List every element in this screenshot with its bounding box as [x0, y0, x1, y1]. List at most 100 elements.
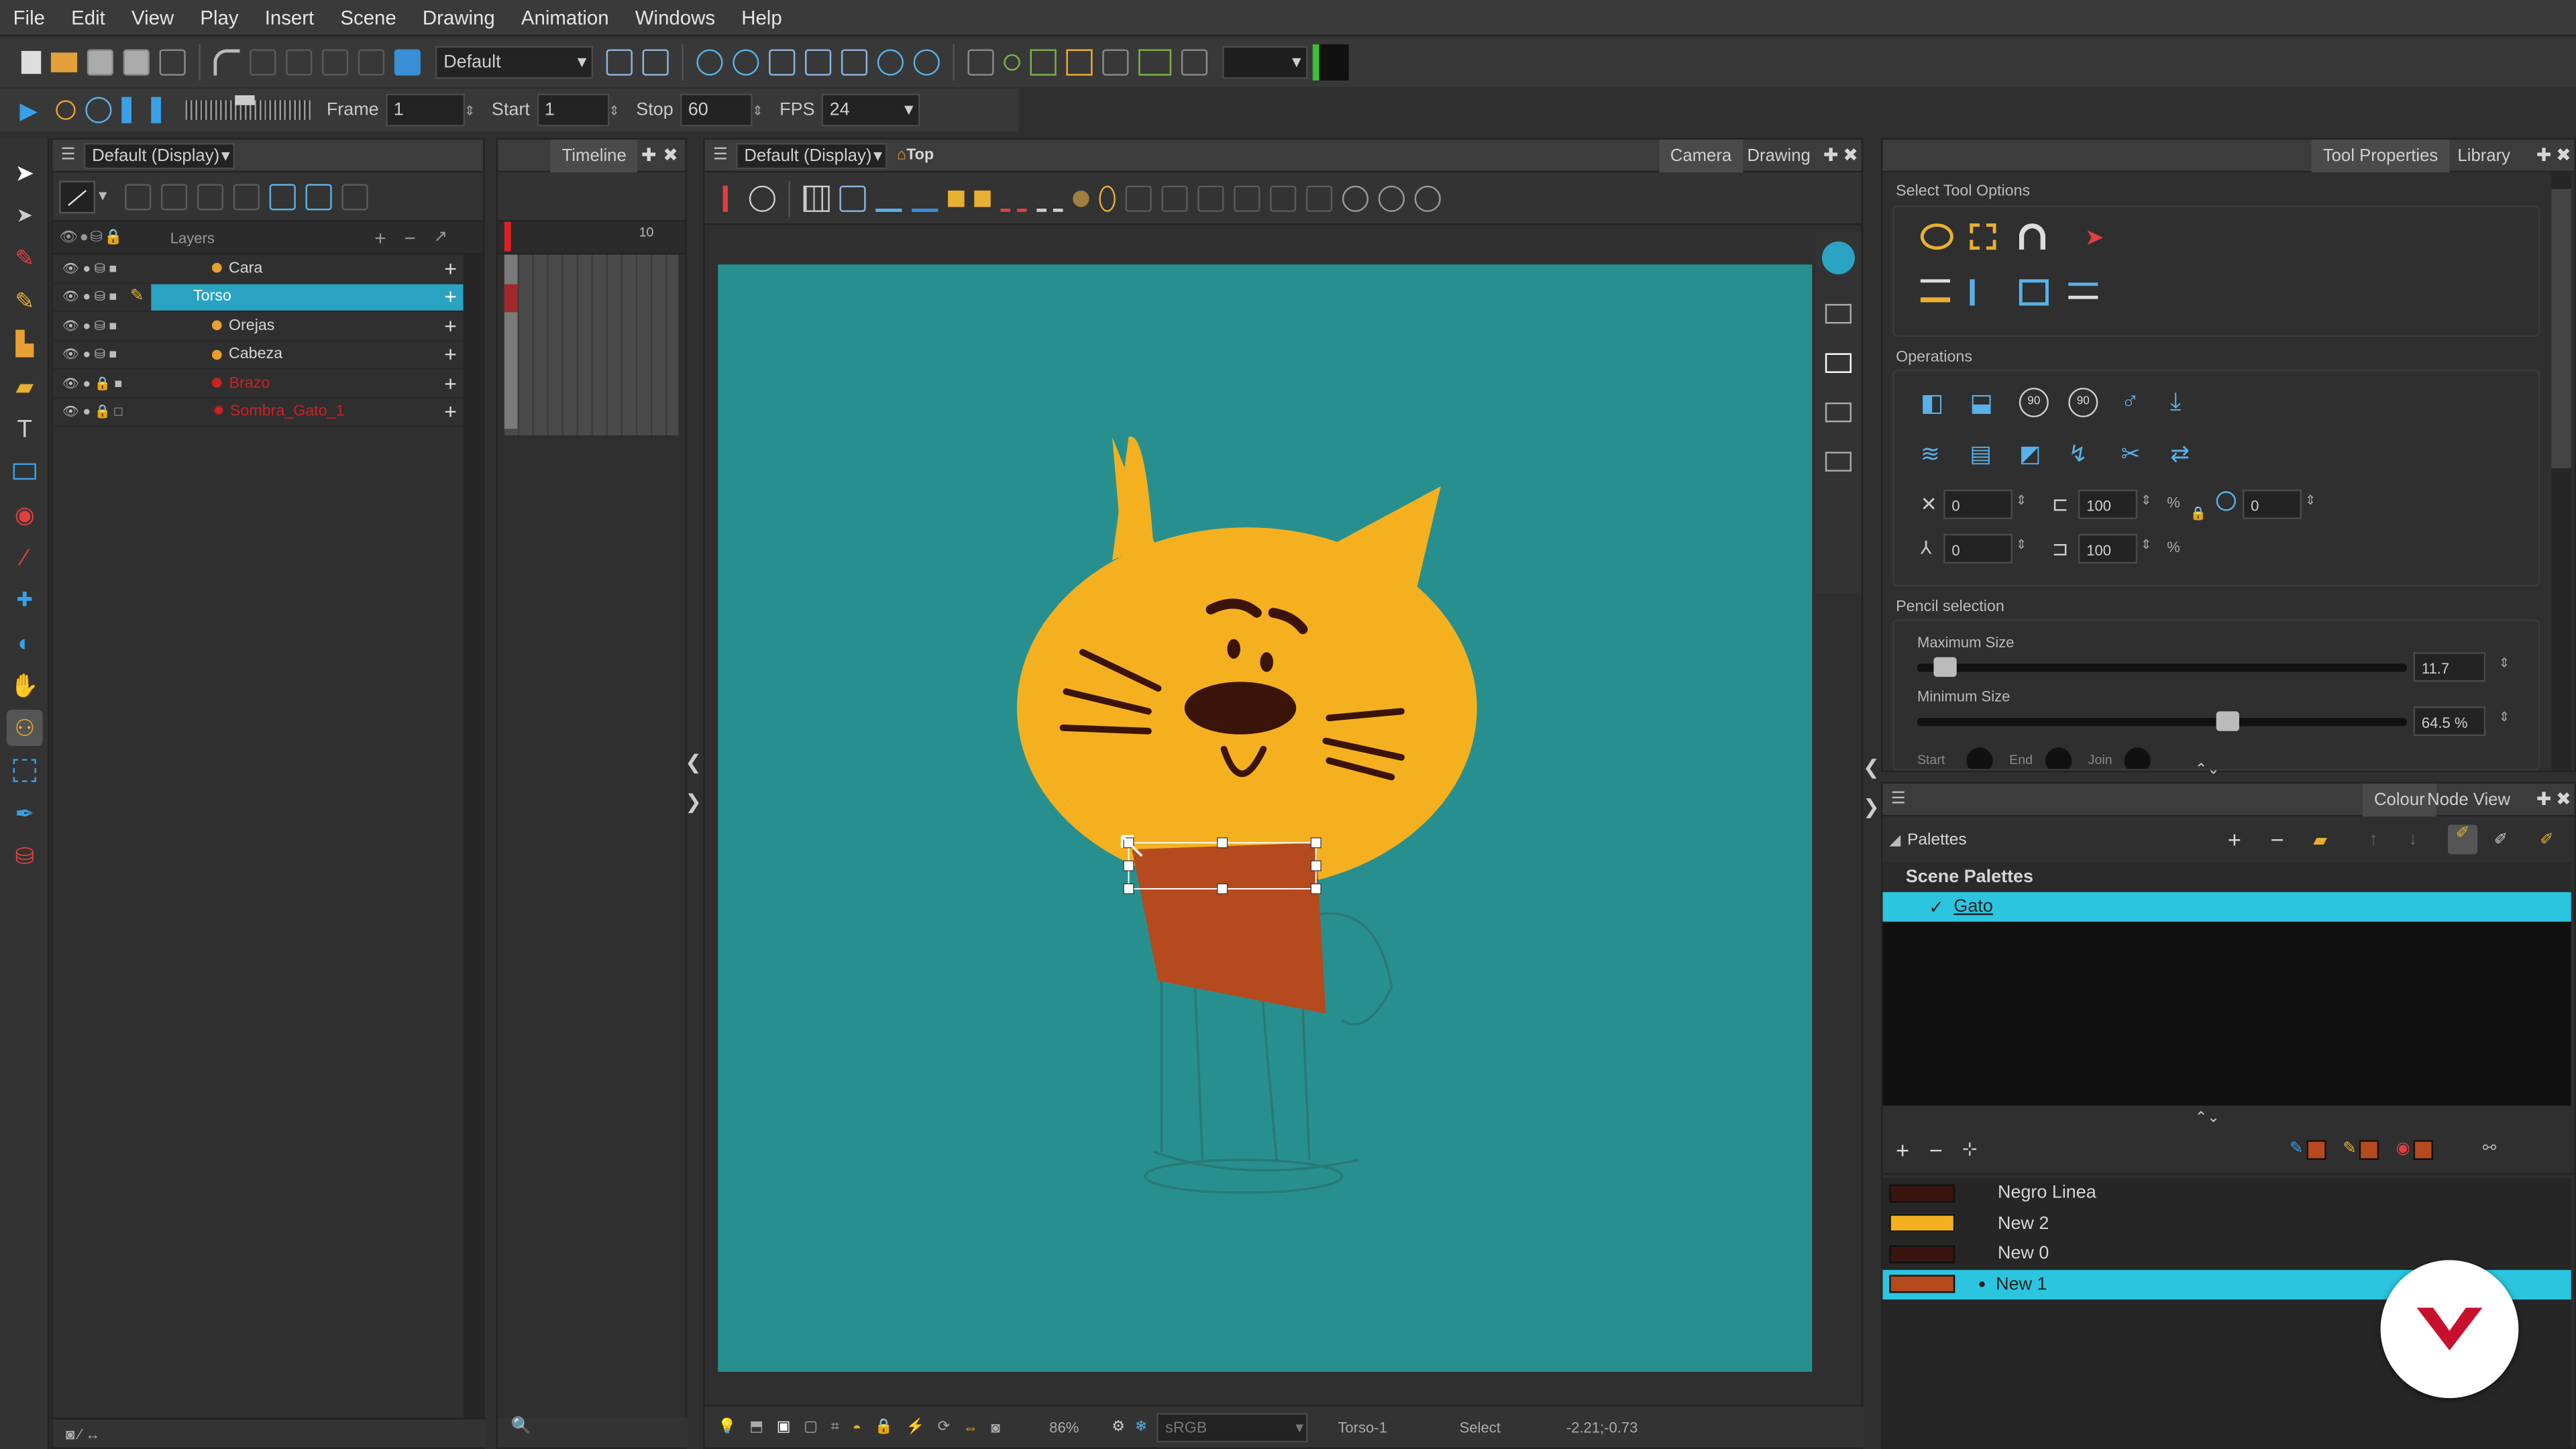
move-up-icon[interactable]: ↑: [2369, 830, 2377, 849]
onion-icon[interactable]: ◓: [853, 1419, 861, 1435]
expand-right-icon[interactable]: ❯: [1863, 795, 1880, 818]
keyframe-icon[interactable]: [1004, 54, 1020, 71]
link-icon[interactable]: ⚯: [2483, 1140, 2497, 1159]
start-stepper[interactable]: ⇕: [608, 103, 619, 117]
add-keyframe-plus-icon[interactable]: +: [444, 342, 457, 367]
colorspace-select[interactable]: sRGB ▾: [1157, 1411, 1309, 1442]
undo-icon[interactable]: [213, 49, 240, 76]
tool-properties-scrollbar[interactable]: [2551, 172, 2571, 771]
pencil-colour-swatch[interactable]: [2306, 1139, 2326, 1159]
reshape-icon[interactable]: ↯: [2068, 440, 2088, 468]
collapse-left-icon[interactable]: ❮: [685, 751, 702, 773]
brush-palette-icon[interactable]: ✐: [2494, 830, 2508, 849]
pencil-to-brush-icon[interactable]: ◩: [2019, 440, 2041, 468]
peg-icon[interactable]: [125, 183, 152, 210]
start-field[interactable]: 1: [536, 93, 609, 127]
ink-tool[interactable]: ⛁: [7, 838, 43, 874]
paste-icon[interactable]: [358, 49, 385, 76]
slider-handle[interactable]: [234, 95, 255, 105]
tool-icon[interactable]: [1161, 184, 1188, 211]
x-field[interactable]: 0: [1943, 489, 2013, 519]
rectangle-tool[interactable]: [7, 453, 43, 490]
contour-editor-tool[interactable]: ➤: [7, 197, 43, 233]
expand-right-icon[interactable]: ❯: [685, 790, 702, 813]
motion-keyframe-icon[interactable]: [1030, 49, 1057, 76]
morph-tool[interactable]: ◐: [7, 625, 43, 661]
spline-offset-icon[interactable]: [877, 49, 904, 76]
menu-icon[interactable]: ☰: [61, 146, 76, 164]
min-size-field[interactable]: 64.5 %: [2413, 706, 2486, 737]
safe-area-icon[interactable]: ▢: [804, 1417, 818, 1436]
stacked-drawings-icon[interactable]: [2019, 279, 2049, 306]
play-icon[interactable]: ▶: [19, 96, 37, 124]
rotate-cw-icon[interactable]: 90: [2068, 387, 2098, 418]
tab-tool-properties[interactable]: Tool Properties: [2311, 138, 2450, 172]
texture-palette-icon[interactable]: ✐: [2540, 830, 2554, 849]
apply-to-all-icon[interactable]: [1970, 279, 1999, 306]
flip-horizontal-icon[interactable]: ◧: [1921, 388, 1944, 417]
playhead[interactable]: [504, 221, 511, 252]
add-group-icon[interactable]: [197, 183, 224, 210]
select-strokes-icon[interactable]: [1920, 279, 1950, 303]
layer-row[interactable]: 👁 ● 🔒 ■ Brazo +: [52, 370, 464, 398]
render-mode-icon[interactable]: ▣: [777, 1417, 791, 1436]
move-down-icon[interactable]: ↓: [2408, 830, 2417, 849]
rotate-ccw-icon[interactable]: 90: [2019, 387, 2049, 418]
ease-select[interactable]: ▾: [1222, 46, 1308, 79]
add-view-icon[interactable]: ✚: [2536, 145, 2552, 166]
width-stepper[interactable]: ⇕: [2141, 493, 2151, 508]
menu-drawing[interactable]: Drawing: [409, 0, 508, 36]
redo-icon[interactable]: [250, 49, 276, 76]
maintain-size-icon[interactable]: [841, 49, 868, 76]
skew-icon[interactable]: [805, 49, 832, 76]
cut-icon[interactable]: ✂: [2121, 440, 2141, 468]
visibility-toggles[interactable]: 👁●⛁🔒: [59, 228, 124, 246]
eye-icon[interactable]: 👁 ● ⛁ ■: [62, 261, 117, 276]
add-layer-icon[interactable]: +: [374, 226, 386, 249]
slider-handle[interactable]: [2216, 711, 2239, 731]
collapse-left-icon[interactable]: ❮: [1863, 756, 1880, 779]
flag-icon[interactable]: [1312, 44, 1349, 81]
add-colour-icon[interactable]: +: [1896, 1136, 1909, 1162]
select-tool[interactable]: ➤: [7, 154, 43, 191]
paint-colour-icon[interactable]: ◉: [2396, 1140, 2410, 1159]
menu-animation[interactable]: Animation: [508, 0, 622, 36]
selected-cell[interactable]: [504, 284, 518, 313]
bulb-icon[interactable]: 💡: [718, 1417, 736, 1436]
layer-row[interactable]: 👁 ● ⛁ ■ Cara +: [52, 255, 464, 284]
flatten-icon[interactable]: [2068, 282, 2098, 299]
layers-scrollbar[interactable]: [463, 254, 484, 1421]
layers-stack-icon[interactable]: [1825, 304, 1852, 324]
folder-icon[interactable]: ▰: [2313, 829, 2327, 850]
close-icon[interactable]: ✖: [2556, 789, 2571, 810]
paint-colour-swatch[interactable]: [2413, 1139, 2434, 1159]
lock-icon[interactable]: 🔒: [875, 1417, 893, 1436]
paint-tool[interactable]: ◉: [7, 496, 43, 533]
guide-icon[interactable]: [1036, 185, 1063, 211]
add-drawing-icon[interactable]: [161, 183, 188, 210]
add-peg-icon[interactable]: ↗: [434, 228, 448, 246]
remove-colour-icon[interactable]: −: [1929, 1136, 1943, 1162]
y-field[interactable]: 0: [1943, 533, 2013, 564]
lock-ratio-icon[interactable]: 🔒: [2190, 506, 2206, 521]
open-icon[interactable]: [50, 52, 78, 72]
layers-stack-icon[interactable]: [1825, 353, 1852, 373]
save-icon[interactable]: [87, 49, 113, 76]
swatch-row[interactable]: Negro Linea: [1883, 1178, 2571, 1208]
gear-icon[interactable]: [1414, 184, 1441, 211]
transform-tool[interactable]: [7, 753, 43, 789]
add-view-icon[interactable]: ✚: [2536, 789, 2552, 810]
layer-row-selected[interactable]: Torso +: [150, 283, 464, 311]
max-size-slider[interactable]: [1917, 657, 2407, 677]
frame-stepper[interactable]: ⇕: [464, 103, 475, 117]
play-selection-icon[interactable]: [55, 100, 76, 120]
lock-icon[interactable]: [948, 189, 965, 207]
composite-icon[interactable]: [269, 183, 296, 210]
menu-help[interactable]: Help: [729, 0, 796, 36]
menu-windows[interactable]: Windows: [622, 0, 728, 36]
menu-play[interactable]: Play: [187, 0, 252, 36]
close-icon[interactable]: ✖: [663, 145, 678, 166]
stop-stepper[interactable]: ⇕: [752, 103, 763, 117]
timeline-ruler[interactable]: 10: [498, 221, 686, 255]
collapse-triangle-icon[interactable]: ◢: [1889, 830, 1900, 849]
